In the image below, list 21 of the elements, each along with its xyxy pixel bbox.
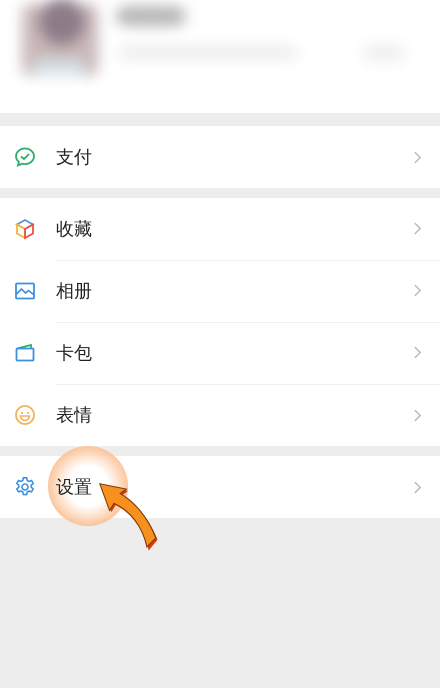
menu-label: 支付 (56, 146, 92, 169)
cube-icon (13, 217, 37, 241)
chevron-icon (413, 345, 422, 360)
chevron-icon (413, 221, 422, 236)
menu-label: 收藏 (56, 218, 92, 240)
menu-item[interactable]: 设置 (0, 456, 440, 518)
chevron-icon (413, 408, 422, 422)
menu-item[interactable]: 卡包 (0, 322, 440, 384)
chevron-icon (413, 283, 422, 298)
smiley-icon (13, 403, 37, 427)
menu-label: 卡包 (56, 342, 92, 364)
menu-item[interactable]: 表情 (0, 384, 440, 446)
menu-label: 设置 (56, 476, 92, 499)
menu-label: 表情 (56, 404, 92, 427)
menu-item[interactable]: 收藏 (0, 198, 440, 260)
chat-check-icon (13, 145, 37, 169)
chevron-icon (413, 150, 422, 164)
chevron-icon (413, 480, 422, 494)
menu-item[interactable]: 相册 (0, 260, 440, 322)
menu-item[interactable]: 支付 (0, 126, 440, 188)
menu-label: 相册 (56, 280, 92, 302)
